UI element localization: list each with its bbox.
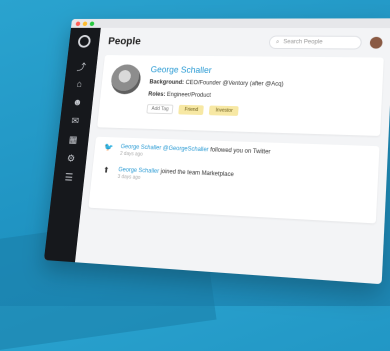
- close-button[interactable]: [75, 21, 81, 26]
- scene: ⤴ ⌂ ☻ ✉ ▦ ⚙ ☰ People ⌕ Search People Geo…: [0, 7, 390, 325]
- background-text: CEO/Founder @Ventory (after @Acq): [185, 80, 284, 88]
- roles-text: Engineer/Product: [166, 92, 212, 99]
- message-icon[interactable]: ✉: [59, 111, 91, 131]
- roles-label: Roles:: [147, 91, 166, 98]
- activity-feed: 🐦 George Schaller @GeorgeSchaller follow…: [88, 136, 380, 224]
- settings-icon[interactable]: ⚙: [55, 149, 88, 169]
- feed-item[interactable]: 🐦 George Schaller @GeorgeSchaller follow…: [103, 143, 368, 167]
- feed-action: followed you on Twitter: [209, 147, 271, 156]
- main-content: People ⌕ Search People George Schaller B…: [75, 28, 390, 284]
- profile-card: George Schaller Background: CEO/Founder …: [97, 55, 384, 136]
- user-avatar[interactable]: [369, 36, 383, 49]
- tag-investor[interactable]: Investor: [209, 105, 239, 116]
- maximize-button[interactable]: [89, 21, 95, 26]
- tag-list: Add Tag Friend Investor: [146, 104, 282, 117]
- search-input[interactable]: ⌕ Search People: [268, 35, 363, 50]
- minimize-button[interactable]: [82, 21, 88, 26]
- twitter-icon: 🐦: [103, 142, 114, 152]
- feed-item[interactable]: ⬆ George Schaller joined the team Market…: [101, 166, 368, 192]
- profile-background: Background: CEO/Founder @Ventory (after …: [149, 79, 284, 89]
- calendar-icon[interactable]: ▦: [57, 130, 90, 150]
- profile-roles: Roles: Engineer/Product: [148, 91, 283, 101]
- title-bar: [70, 18, 390, 29]
- add-tag-button[interactable]: Add Tag: [146, 104, 174, 115]
- top-bar: People ⌕ Search People: [98, 28, 390, 58]
- background-label: Background:: [149, 79, 185, 86]
- search-placeholder: Search People: [283, 39, 323, 46]
- logo-icon[interactable]: [77, 35, 92, 48]
- docs-icon[interactable]: ☰: [52, 167, 85, 188]
- chart-icon[interactable]: ⤴: [66, 57, 98, 76]
- home-icon[interactable]: ⌂: [63, 75, 95, 94]
- profile-photo: [109, 64, 142, 95]
- people-icon[interactable]: ☻: [61, 93, 93, 112]
- tag-friend[interactable]: Friend: [178, 104, 205, 116]
- search-icon: ⌕: [275, 38, 280, 45]
- upload-icon: ⬆: [102, 165, 110, 175]
- page-title: People: [107, 36, 142, 48]
- profile-name[interactable]: George Schaller: [150, 65, 284, 76]
- app-window: ⤴ ⌂ ☻ ✉ ▦ ⚙ ☰ People ⌕ Search People Geo…: [43, 18, 390, 285]
